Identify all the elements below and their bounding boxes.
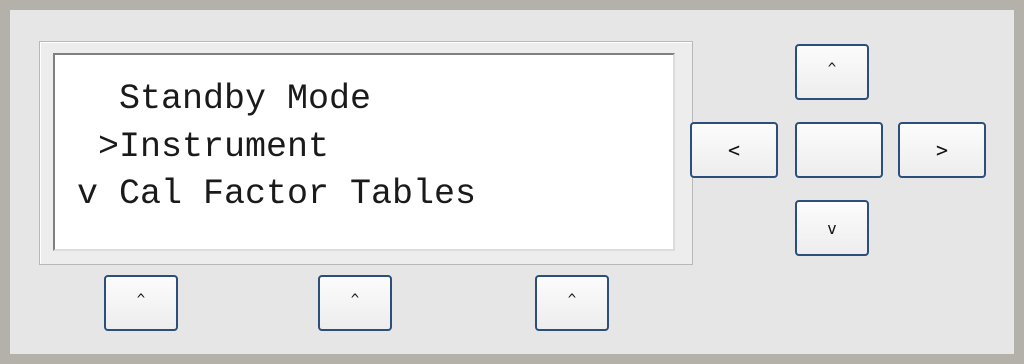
nav-right-label: > <box>935 138 949 162</box>
nav-center-button[interactable] <box>795 122 883 178</box>
softkey-2-label: ^ <box>350 292 360 308</box>
softkey-2-button[interactable]: ^ <box>318 275 392 331</box>
softkey-3-button[interactable]: ^ <box>535 275 609 331</box>
lcd-display: Standby Mode >Instrument v Cal Factor Ta… <box>53 53 675 251</box>
softkey-3-label: ^ <box>567 292 577 308</box>
nav-up-label: ^ <box>827 61 837 77</box>
lcd-line-2: >Instrument <box>77 127 330 167</box>
nav-down-button[interactable]: v <box>795 200 869 256</box>
instrument-panel: Standby Mode >Instrument v Cal Factor Ta… <box>10 10 1014 354</box>
softkey-1-label: ^ <box>136 292 146 308</box>
lcd-frame: Standby Mode >Instrument v Cal Factor Ta… <box>39 41 693 265</box>
lcd-line-3: v Cal Factor Tables <box>77 174 477 214</box>
softkey-1-button[interactable]: ^ <box>104 275 178 331</box>
nav-left-button[interactable]: < <box>690 122 778 178</box>
nav-up-button[interactable]: ^ <box>795 44 869 100</box>
nav-right-button[interactable]: > <box>898 122 986 178</box>
nav-left-label: < <box>727 138 741 162</box>
nav-down-label: v <box>827 218 837 238</box>
lcd-line-1: Standby Mode <box>77 79 372 119</box>
